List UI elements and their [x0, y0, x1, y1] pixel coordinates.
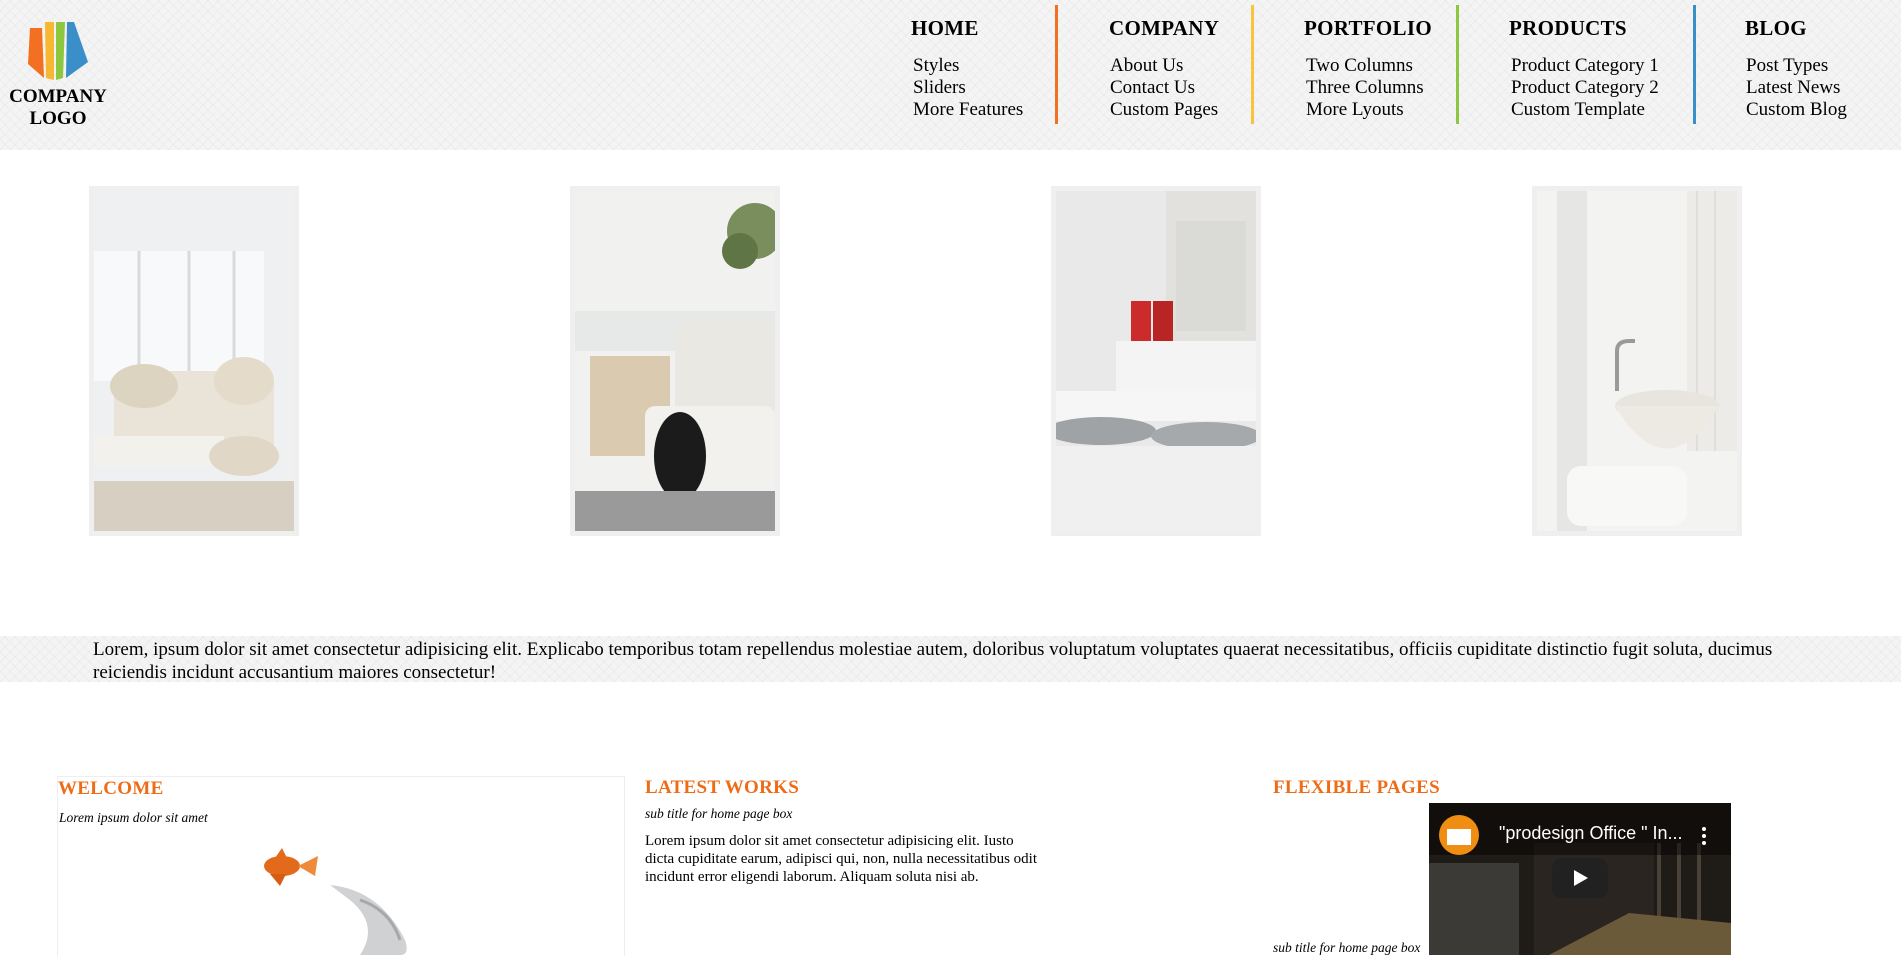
nav-divider: [1251, 5, 1254, 124]
logo-text-line2: LOGO: [29, 108, 87, 129]
nav-products-title[interactable]: PRODUCTS: [1509, 16, 1627, 41]
goldfish-image: [60, 830, 620, 955]
flexible-pages-title: FLEXIBLE PAGES: [1273, 777, 1440, 798]
logo-icon: [28, 22, 88, 80]
nav-home-links: Styles Sliders More Features: [913, 55, 1023, 121]
nav-link-post-types[interactable]: Post Types: [1746, 55, 1847, 77]
latest-works-title: LATEST WORKS: [645, 777, 800, 798]
latest-works-subtitle: sub title for home page box: [645, 806, 793, 821]
nav-link-contact-us[interactable]: Contact Us: [1110, 77, 1218, 99]
nav-blog-title[interactable]: BLOG: [1745, 16, 1807, 41]
nav-link-styles[interactable]: Styles: [913, 55, 1023, 77]
video-embed[interactable]: "prodesign Office " In...: [1429, 803, 1731, 955]
welcome-subtitle: Lorem ipsum dolor sit amet: [59, 810, 208, 825]
nav-portfolio-links: Two Columns Three Columns More Lyouts: [1306, 55, 1424, 121]
nav-company-title[interactable]: COMPANY: [1109, 16, 1219, 41]
nav-link-product-category-2[interactable]: Product Category 2: [1511, 77, 1659, 99]
living-room-image[interactable]: [89, 186, 299, 536]
nav-link-more-features[interactable]: More Features: [913, 99, 1023, 121]
lounge-chair-image[interactable]: [570, 186, 780, 536]
nav-divider: [1055, 5, 1058, 124]
site-header: COMPANY LOGO HOME Styles Sliders More Fe…: [0, 0, 1901, 150]
kitchen-image[interactable]: [1051, 186, 1261, 536]
latest-works-body: Lorem ipsum dolor sit amet consectetur a…: [645, 833, 1037, 885]
nav-link-product-category-1[interactable]: Product Category 1: [1511, 55, 1659, 77]
nav-home-title[interactable]: HOME: [911, 16, 979, 41]
bathroom-image[interactable]: [1532, 186, 1742, 536]
nav-link-sliders[interactable]: Sliders: [913, 77, 1023, 99]
nav-divider: [1693, 5, 1696, 124]
welcome-title: WELCOME: [58, 778, 164, 799]
nav-link-two-columns[interactable]: Two Columns: [1306, 55, 1424, 77]
nav-link-custom-pages[interactable]: Custom Pages: [1110, 99, 1218, 121]
video-title: "prodesign Office " In...: [1499, 823, 1683, 843]
nav-link-three-columns[interactable]: Three Columns: [1306, 77, 1424, 99]
flexible-pages-subtitle: sub title for home page box: [1273, 940, 1421, 955]
logo-text-line1: COMPANY: [9, 86, 107, 107]
nav-products-links: Product Category 1 Product Category 2 Cu…: [1511, 55, 1659, 121]
nav-link-more-layouts[interactable]: More Lyouts: [1306, 99, 1424, 121]
company-logo[interactable]: COMPANY LOGO: [8, 20, 108, 130]
nav-link-custom-blog[interactable]: Custom Blog: [1746, 99, 1847, 121]
nav-link-about-us[interactable]: About Us: [1110, 55, 1218, 77]
intro-band: Lorem, ipsum dolor sit amet consectetur …: [0, 636, 1901, 683]
nav-link-custom-template[interactable]: Custom Template: [1511, 99, 1659, 121]
nav-blog-links: Post Types Latest News Custom Blog: [1746, 55, 1847, 121]
intro-text: Lorem, ipsum dolor sit amet consectetur …: [93, 639, 1773, 683]
nav-link-latest-news[interactable]: Latest News: [1746, 77, 1847, 99]
nav-company-links: About Us Contact Us Custom Pages: [1110, 55, 1218, 121]
nav-portfolio-title[interactable]: PORTFOLIO: [1304, 16, 1432, 41]
nav-divider: [1456, 5, 1459, 124]
play-icon[interactable]: [1552, 858, 1608, 898]
